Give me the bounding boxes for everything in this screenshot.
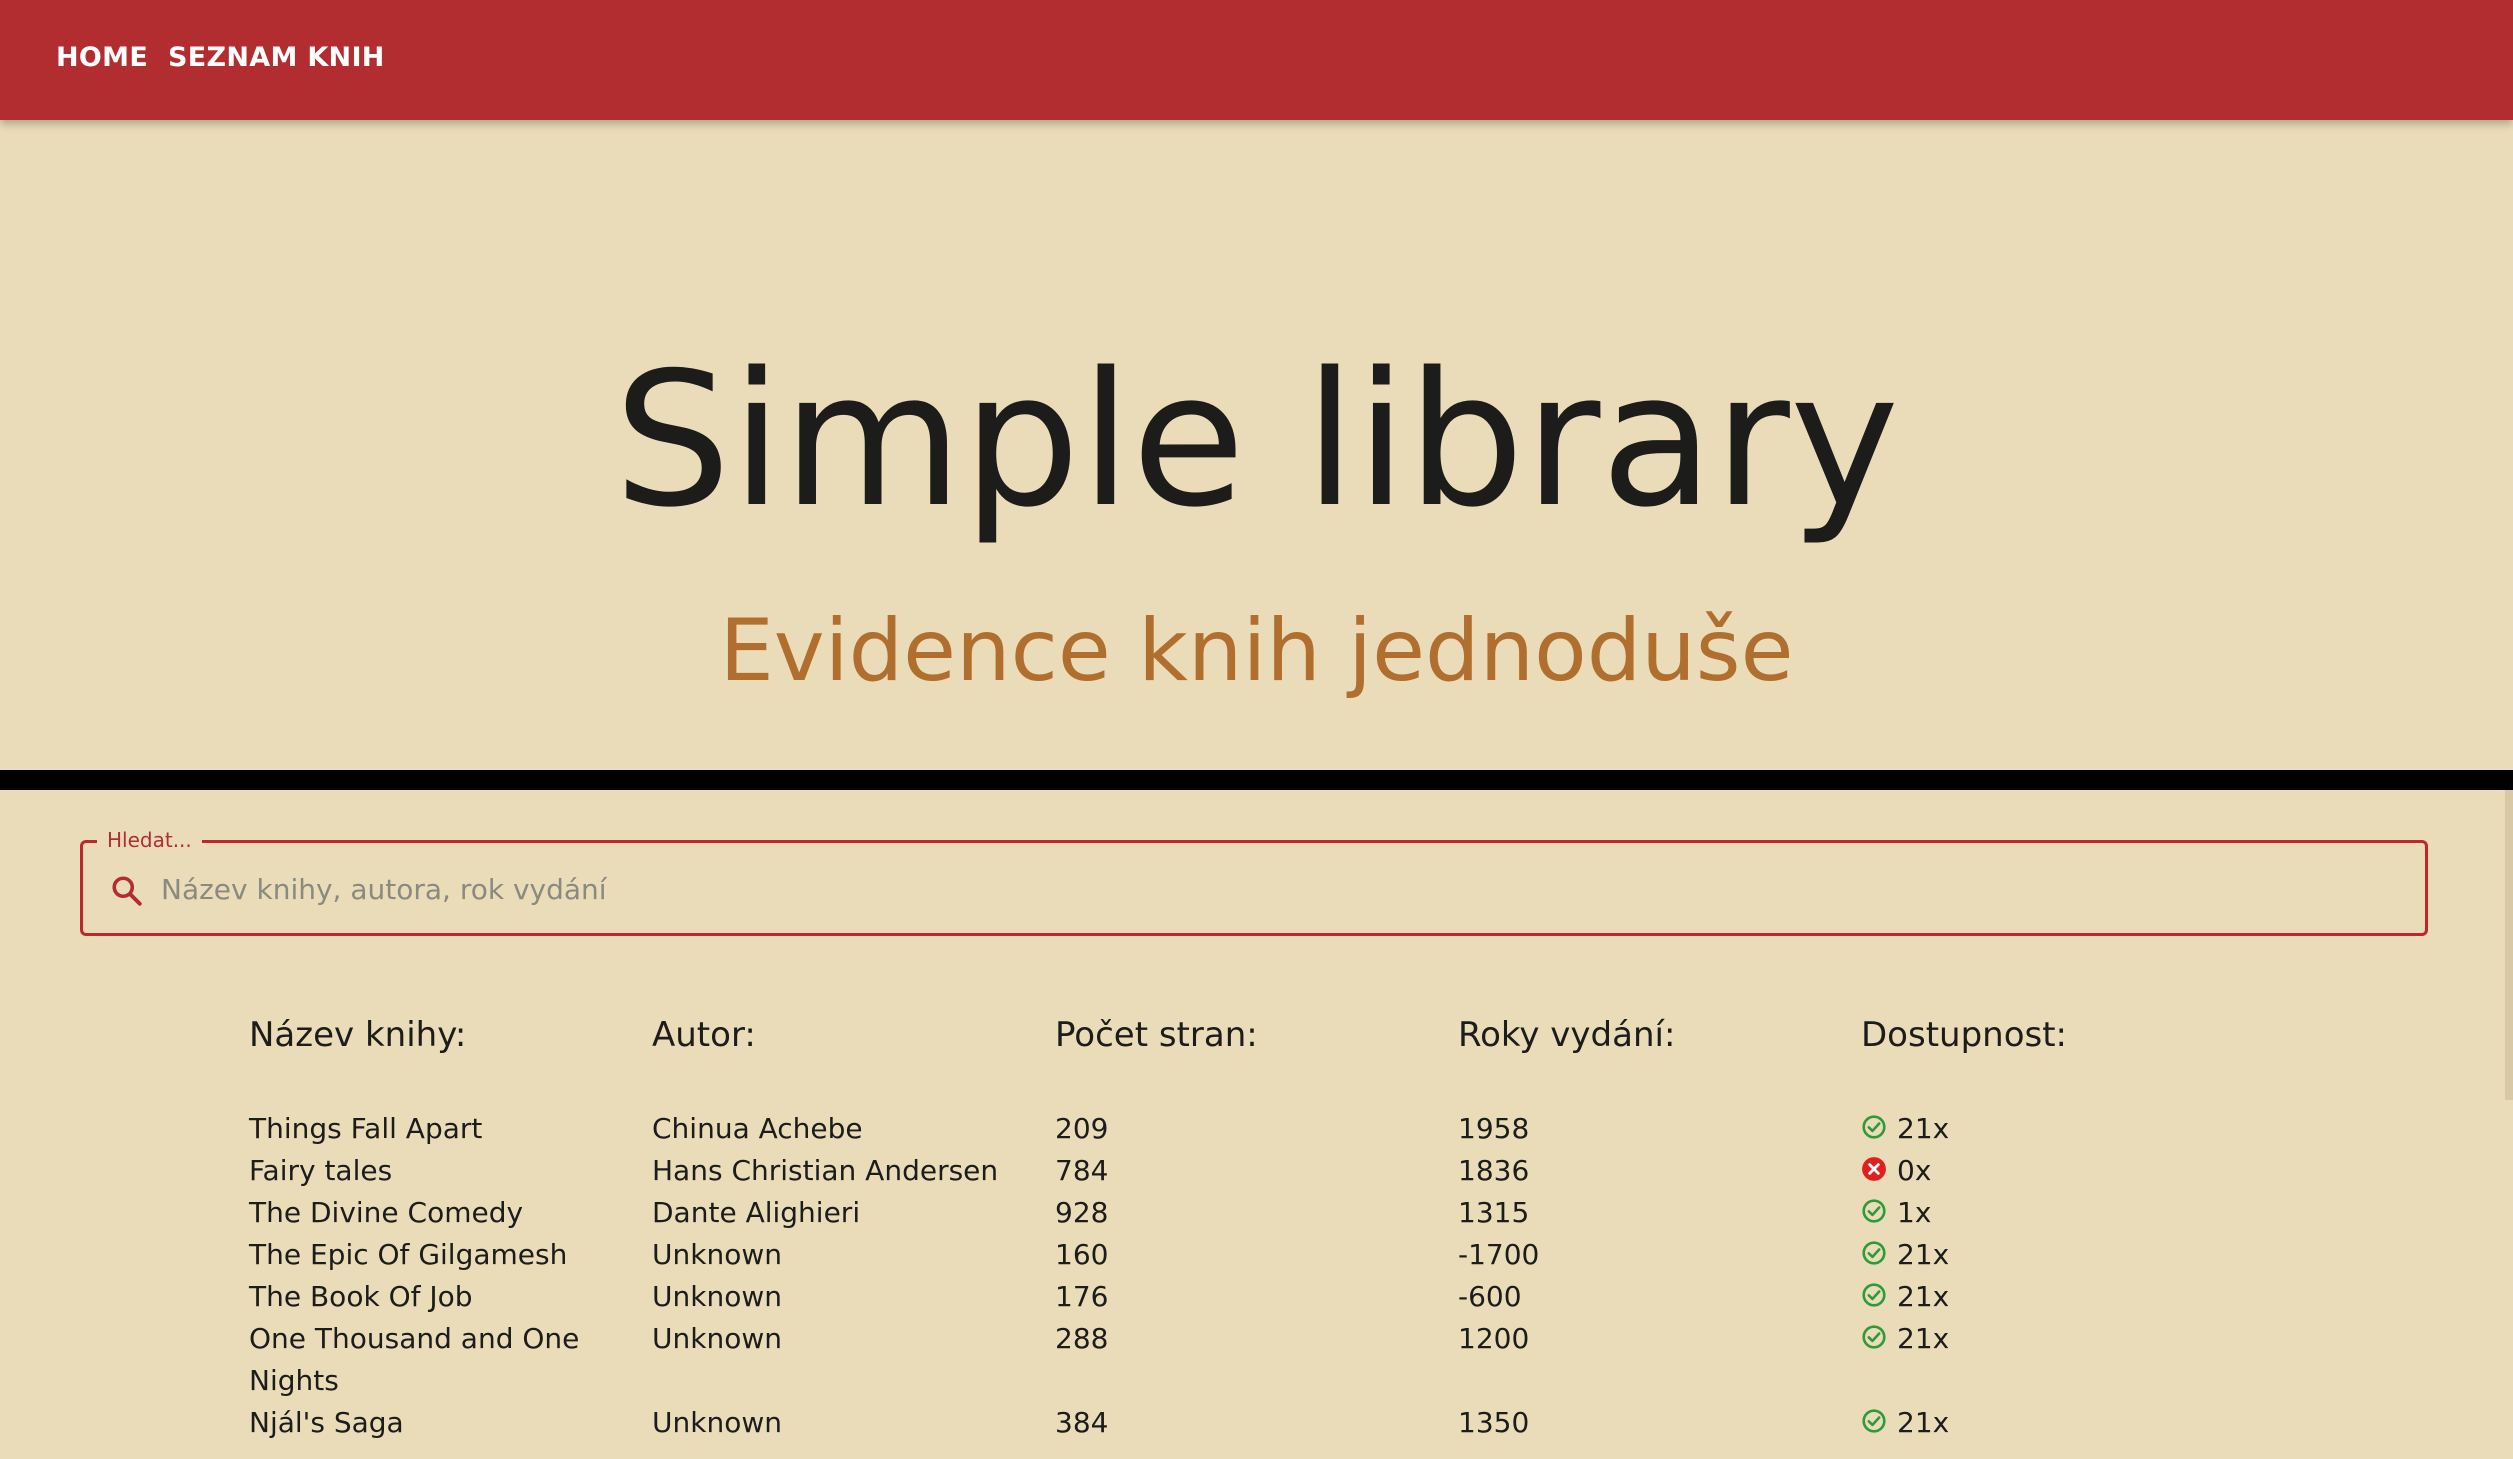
cell-availability: 21x xyxy=(1861,1402,2261,1444)
search-label: Hledat... xyxy=(97,827,202,853)
cell-pages: 176 xyxy=(1055,1280,1109,1313)
cell-author: Dante Alighieri xyxy=(652,1196,861,1229)
close-circle-icon xyxy=(1861,1152,1887,1181)
availability-count: 21x xyxy=(1897,1406,1950,1439)
check-circle-icon xyxy=(1861,1236,1887,1265)
cell-pages: 288 xyxy=(1055,1322,1109,1355)
availability-count: 21x xyxy=(1897,1238,1950,1271)
cell-pages: 928 xyxy=(1055,1196,1109,1229)
search-input[interactable] xyxy=(161,861,2361,917)
check-circle-icon xyxy=(1861,1278,1887,1307)
table-header: Název knihy: Autor: Počet stran: Roky vy… xyxy=(249,1010,2349,1070)
cell-pages: 384 xyxy=(1055,1406,1109,1439)
check-circle-icon xyxy=(1861,1320,1887,1349)
cell-pages: 160 xyxy=(1055,1238,1109,1271)
page-title: Simple library xyxy=(613,332,1900,548)
cell-title: One Thousand and One Nights xyxy=(249,1322,580,1397)
table-row: One Thousand and One Nights Unknown 288 120… xyxy=(249,1318,2349,1402)
scrollbar[interactable] xyxy=(2505,790,2513,1100)
column-header-availability: Dostupnost: xyxy=(1861,1015,2068,1055)
table-row: Fairy tales Hans Christian Andersen 784 183… xyxy=(249,1150,2349,1192)
availability-count: 21x xyxy=(1897,1322,1950,1355)
nav-home-link[interactable]: HOME xyxy=(56,42,148,73)
cell-availability: 1x xyxy=(1861,1192,2261,1234)
table-row: The Book Of Job Unknown 176 -600 21x xyxy=(249,1276,2349,1318)
availability-count: 1x xyxy=(1897,1196,1932,1229)
search-field[interactable]: Hledat... xyxy=(80,827,2428,936)
cell-availability: 21x xyxy=(1861,1108,2261,1150)
cell-availability: 21x xyxy=(1861,1318,2261,1360)
app-bar: HOME SEZNAM KNIH xyxy=(0,0,2513,120)
check-circle-icon xyxy=(1861,1194,1887,1223)
cell-title: The Divine Comedy xyxy=(249,1196,524,1229)
table-body: Things Fall Apart Chinua Achebe 209 1958 21x… xyxy=(249,1108,2349,1444)
table-row: Njál's Saga Unknown 384 1350 21x xyxy=(249,1402,2349,1444)
search-icon xyxy=(109,873,145,909)
cell-availability: 21x xyxy=(1861,1234,2261,1276)
cell-year: -600 xyxy=(1458,1280,1522,1313)
table-row: The Epic Of Gilgamesh Unknown 160 -1700 21x xyxy=(249,1234,2349,1276)
cell-author: Unknown xyxy=(652,1322,782,1355)
cell-year: 1350 xyxy=(1458,1406,1530,1439)
section-divider xyxy=(0,770,2513,790)
column-header-author: Autor: xyxy=(652,1015,756,1055)
books-table: Název knihy: Autor: Počet stran: Roky vy… xyxy=(249,1010,2349,1444)
availability-count: 0x xyxy=(1897,1154,1932,1187)
cell-author: Hans Christian Andersen xyxy=(652,1154,999,1187)
cell-title: Njál's Saga xyxy=(249,1406,404,1439)
column-header-year: Roky vydání: xyxy=(1458,1015,1676,1055)
cell-year: 1836 xyxy=(1458,1154,1530,1187)
cell-title: Fairy tales xyxy=(249,1154,393,1187)
cell-availability: 0x xyxy=(1861,1150,2261,1192)
cell-author: Unknown xyxy=(652,1406,782,1439)
nav-book-list-link[interactable]: SEZNAM KNIH xyxy=(168,42,385,73)
cell-author: Unknown xyxy=(652,1238,782,1271)
cell-year: 1200 xyxy=(1458,1322,1530,1355)
page-subtitle: Evidence knih jednoduše xyxy=(719,601,1794,701)
cell-availability: 21x xyxy=(1861,1276,2261,1318)
cell-year: 1958 xyxy=(1458,1112,1530,1145)
table-row: Things Fall Apart Chinua Achebe 209 1958 21x xyxy=(249,1108,2349,1150)
check-circle-icon xyxy=(1861,1110,1887,1139)
cell-title: Things Fall Apart xyxy=(249,1112,483,1145)
cell-author: Chinua Achebe xyxy=(652,1112,863,1145)
cell-author: Unknown xyxy=(652,1280,782,1313)
cell-year: 1315 xyxy=(1458,1196,1530,1229)
table-row: The Divine Comedy Dante Alighieri 928 1315 1… xyxy=(249,1192,2349,1234)
cell-pages: 784 xyxy=(1055,1154,1109,1187)
availability-count: 21x xyxy=(1897,1112,1950,1145)
cell-title: The Epic Of Gilgamesh xyxy=(249,1238,568,1271)
column-header-title: Název knihy: xyxy=(249,1015,467,1055)
cell-title: The Book Of Job xyxy=(249,1280,473,1313)
check-circle-icon xyxy=(1861,1404,1887,1433)
column-header-pages: Počet stran: xyxy=(1055,1015,1258,1055)
availability-count: 21x xyxy=(1897,1280,1950,1313)
cell-year: -1700 xyxy=(1458,1238,1540,1271)
cell-pages: 209 xyxy=(1055,1112,1109,1145)
